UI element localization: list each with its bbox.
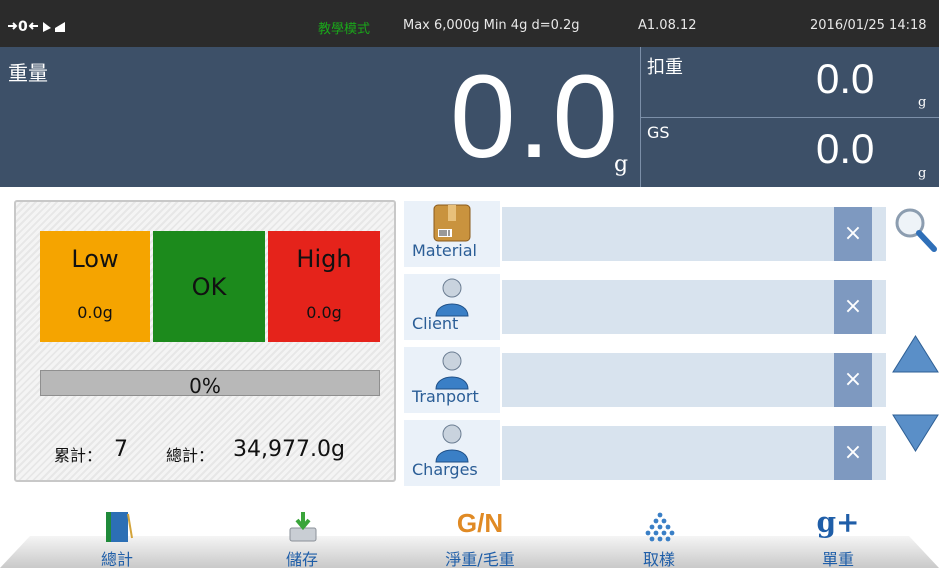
main-weight-value: 0.0 [450, 51, 621, 183]
transport-icon-cell[interactable]: Tranport [404, 347, 500, 413]
client-clear-button[interactable]: × [834, 280, 872, 334]
high-limit-box[interactable]: High 0.0g [268, 231, 380, 342]
zero-arrows-icon: 0 [8, 19, 38, 35]
net-gross-button-label: 淨重/毛重 [445, 550, 515, 569]
gross-label: GS [647, 123, 670, 142]
transport-clear-button[interactable]: × [834, 353, 872, 407]
progress-text: 0% [189, 374, 221, 398]
person-icon [435, 351, 469, 390]
package-icon [433, 204, 471, 242]
net-gross-button[interactable]: G/N 淨重/毛重 [425, 506, 535, 569]
capacity-info: Max 6,000g Min 4g d=0.2g [403, 18, 580, 33]
checkweigh-panel: Low 0.0g OK High 0.0g 0% 累計： 7 總計： 34,97… [14, 200, 396, 482]
triangle-down-icon[interactable] [892, 413, 939, 453]
weight-label: 重量 [8, 61, 48, 85]
unit-weight-button[interactable]: g+ 單重 [783, 506, 893, 569]
tare-value: 0.0 [816, 55, 875, 102]
material-clear-button[interactable]: × [834, 207, 872, 261]
low-limit-box[interactable]: Low 0.0g [40, 231, 150, 342]
high-label: High [296, 245, 352, 273]
count-label: 累計： [54, 446, 103, 465]
unit-weight-button-label: 單重 [821, 550, 854, 569]
high-value: 0.0g [306, 303, 342, 322]
person-icon [435, 424, 469, 463]
sample-dots-icon [645, 512, 675, 542]
tare-label: 扣重 [647, 57, 683, 78]
material-field-row: Material × [404, 201, 890, 267]
charges-icon-cell[interactable]: Charges [404, 420, 500, 486]
client-field-row: Client × [404, 274, 890, 340]
transport-input[interactable] [502, 353, 886, 407]
total-value: 34,977.0g [233, 437, 345, 462]
client-input[interactable] [502, 280, 886, 334]
ok-label: OK [191, 273, 227, 301]
client-icon-cell[interactable]: Client [404, 274, 500, 340]
stable-indicator-icon [42, 21, 65, 32]
transport-label: Tranport [412, 387, 479, 406]
material-label: Material [412, 241, 477, 260]
save-button[interactable]: 儲存 [247, 506, 357, 569]
magnifier-icon[interactable] [892, 203, 938, 253]
charges-clear-button[interactable]: × [834, 426, 872, 480]
low-value: 0.0g [77, 303, 113, 322]
main-weight-unit: g [614, 152, 629, 177]
tare-unit: g [918, 95, 927, 110]
transport-field-row: Tranport × [404, 347, 890, 413]
total-label: 總計： [166, 446, 215, 465]
save-icon [289, 512, 317, 542]
charges-label: Charges [412, 460, 478, 479]
book-icon [106, 512, 133, 542]
g-plus-icon: g+ [816, 506, 860, 539]
low-label: Low [71, 245, 119, 273]
material-input[interactable] [502, 207, 886, 261]
datetime: 2016/01/25 14:18 [810, 18, 927, 33]
save-button-label: 儲存 [285, 550, 318, 569]
weight-divider-horizontal [640, 117, 939, 118]
person-icon [435, 278, 469, 317]
zero-indicator: 0 [8, 18, 65, 35]
client-label: Client [412, 314, 459, 333]
triangle-up-icon[interactable] [892, 334, 939, 374]
sample-button-label: 取樣 [642, 550, 675, 569]
mode-label: 教學模式 [318, 22, 371, 37]
svg-text:0: 0 [18, 19, 28, 33]
total-button-label: 總計 [100, 550, 133, 569]
ok-box: OK [153, 231, 265, 342]
material-icon-cell[interactable]: Material [404, 201, 500, 267]
gross-value: 0.0 [816, 125, 875, 172]
count-value: 7 [114, 437, 128, 462]
charges-field-row: Charges × [404, 420, 890, 486]
gn-icon: G/N [456, 508, 504, 538]
sample-button[interactable]: 取樣 [604, 506, 714, 569]
firmware-version: A1.08.12 [638, 18, 697, 33]
gross-unit: g [918, 166, 927, 181]
bottom-toolbar: 總計 儲存 G/N 淨重/毛重 取樣 g+ 單重 [0, 506, 939, 569]
status-bar: 0 教學模式 Max 6,000g Min 4g d=0.2g A1.08.12… [0, 0, 939, 47]
total-button[interactable]: 總計 [62, 506, 172, 569]
charges-input[interactable] [502, 426, 886, 480]
